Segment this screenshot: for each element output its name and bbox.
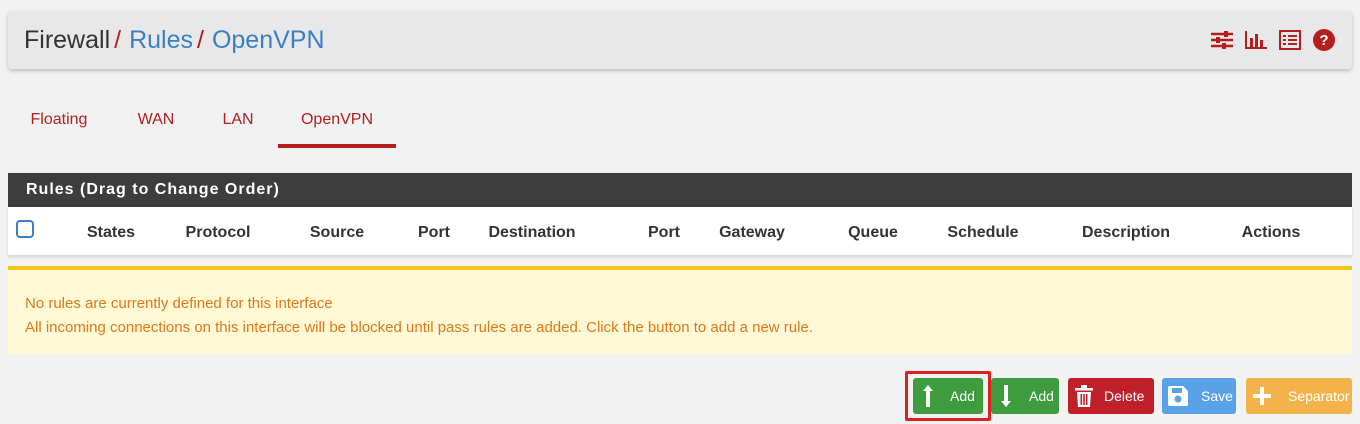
trash-icon — [1074, 385, 1094, 407]
add-separator-button[interactable]: Separator — [1246, 378, 1352, 414]
column-destination[interactable]: Destination — [488, 224, 575, 242]
column-gateway[interactable]: Gateway — [719, 224, 785, 242]
no-rules-alert: No rules are currently defined for this … — [8, 266, 1352, 354]
breadcrumb-openvpn-link[interactable]: OpenVPN — [212, 26, 325, 55]
breadcrumb-separator: / — [197, 25, 204, 54]
rules-table-header: States Protocol Source Port Destination … — [8, 207, 1352, 255]
arrow-up-icon — [920, 385, 940, 407]
breadcrumb-separator: / — [114, 25, 122, 54]
delete-rules-button[interactable]: Delete — [1068, 378, 1154, 414]
alert-message-line2: All incoming connections on this interfa… — [25, 319, 813, 336]
rules-panel-title: Rules (Drag to Change Order) — [8, 173, 1352, 207]
header-icon-group: ? — [1210, 11, 1336, 69]
column-states[interactable]: States — [87, 224, 135, 242]
column-source[interactable]: Source — [310, 224, 364, 242]
column-port[interactable]: Port — [418, 224, 450, 242]
tab-floating[interactable]: Floating — [8, 100, 110, 148]
column-destination-port[interactable]: Port — [648, 224, 680, 242]
svg-text:?: ? — [1319, 32, 1328, 49]
save-label: Save — [1201, 388, 1233, 404]
column-protocol[interactable]: Protocol — [186, 224, 251, 242]
delete-label: Delete — [1104, 388, 1145, 404]
breadcrumb-rules-link[interactable]: Rules — [129, 26, 193, 55]
breadcrumb-bar: Firewall / Rules / OpenVPN ? — [8, 11, 1352, 69]
add-top-label: Add — [950, 388, 975, 404]
interface-tabs: Floating WAN LAN OpenVPN — [8, 100, 396, 148]
list-icon[interactable] — [1278, 28, 1302, 52]
save-icon — [1168, 385, 1188, 407]
tab-openvpn[interactable]: OpenVPN — [278, 100, 396, 148]
add-bottom-label: Add — [1029, 388, 1054, 404]
column-queue[interactable]: Queue — [848, 224, 898, 242]
bar-chart-icon[interactable] — [1244, 28, 1268, 52]
select-all-checkbox[interactable] — [16, 220, 34, 238]
tab-wan[interactable]: WAN — [110, 100, 202, 148]
sliders-icon[interactable] — [1210, 28, 1234, 52]
column-actions: Actions — [1241, 224, 1301, 241]
add-rule-top-button[interactable]: Add — [913, 378, 983, 414]
alert-message-line1: No rules are currently defined for this … — [25, 295, 333, 312]
save-button[interactable]: Save — [1162, 378, 1236, 414]
tab-lan[interactable]: LAN — [202, 100, 274, 148]
column-description[interactable]: Description — [1082, 224, 1170, 242]
help-icon[interactable]: ? — [1312, 28, 1336, 52]
plus-icon — [1252, 385, 1272, 407]
breadcrumb-root: Firewall — [24, 25, 111, 54]
arrow-down-icon — [998, 385, 1018, 407]
add-rule-bottom-button[interactable]: Add — [991, 378, 1059, 414]
column-schedule[interactable]: Schedule — [947, 224, 1018, 242]
rule-action-buttons: Add Add Delete Save Separator — [0, 378, 1360, 414]
separator-label: Separator — [1288, 388, 1350, 404]
